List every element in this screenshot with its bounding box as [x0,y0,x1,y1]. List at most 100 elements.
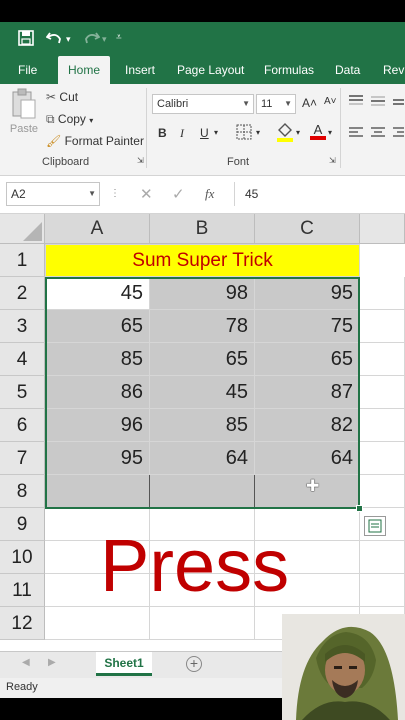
quick-analysis-button[interactable] [364,516,386,536]
italic-button[interactable]: I [180,126,184,141]
cell-d5[interactable] [360,376,405,409]
row-header-7[interactable]: 7 [0,442,45,475]
cell-b7[interactable]: 64 [150,442,255,475]
cancel-icon[interactable]: ✕ [140,185,153,203]
fill-color-dropdown-icon[interactable]: ▾ [296,128,300,137]
row-header-9[interactable]: 9 [0,508,45,541]
row-header-2[interactable]: 2 [0,277,45,310]
shrink-font-button[interactable]: A˅ [324,96,337,107]
tab-insert[interactable]: Insert [125,56,155,84]
cell-d6[interactable] [360,409,405,442]
row-header-10[interactable]: 10 [0,541,45,574]
insert-function-button[interactable]: fx [205,186,214,202]
borders-icon[interactable] [236,124,252,143]
underline-button[interactable]: U [200,126,209,140]
cell-a12[interactable] [45,607,150,640]
save-icon[interactable] [18,30,34,50]
row-header-1[interactable]: 1 [0,244,45,277]
cell-d8[interactable] [360,475,405,508]
enter-icon[interactable]: ✓ [172,185,185,203]
cut-button[interactable]: ✂ Cut [46,90,78,104]
column-header-c[interactable]: C [255,214,360,244]
cell-b4[interactable]: 65 [150,343,255,376]
cell-b5[interactable]: 45 [150,376,255,409]
row-header-6[interactable]: 6 [0,409,45,442]
cell-b12[interactable] [150,607,255,640]
cell-a5[interactable]: 86 [45,376,150,409]
cell-c3[interactable]: 75 [255,310,360,343]
scroll-right-icon[interactable]: ▶ [48,657,56,668]
cell-a7[interactable]: 95 [45,442,150,475]
cell-c4[interactable]: 65 [255,343,360,376]
cell-b6[interactable]: 85 [150,409,255,442]
column-header-b[interactable]: B [150,214,255,244]
tab-data[interactable]: Data [335,56,360,84]
tab-page-layout[interactable]: Page Layout [177,56,244,84]
tab-file[interactable]: File [18,56,37,84]
dialog-launcher-icon[interactable]: ⇲ [137,156,144,165]
grow-font-button[interactable]: A˄ [302,96,317,110]
row-header-4[interactable]: 4 [0,343,45,376]
tab-review[interactable]: Revi [383,56,405,84]
redo-icon[interactable] [82,30,101,50]
font-color-button[interactable]: A [310,122,326,140]
cell-d10[interactable] [360,541,405,574]
row-header-11[interactable]: 11 [0,574,45,607]
formula-input[interactable]: 45 [234,182,405,206]
row-header-3[interactable]: 3 [0,310,45,343]
format-painter-button[interactable]: 🖌 Format Painter [46,134,144,148]
row-header-12[interactable]: 12 [0,607,45,640]
undo-dropdown-icon[interactable]: ▾ [66,34,71,45]
dialog-launcher-icon[interactable]: ⇲ [329,156,336,165]
underline-dropdown-icon[interactable]: ▾ [214,128,218,137]
cell-a6[interactable]: 96 [45,409,150,442]
borders-dropdown-icon[interactable]: ▾ [256,128,260,137]
name-box[interactable]: A2 ▼ [6,182,100,206]
cell-c6[interactable]: 82 [255,409,360,442]
cell-b3[interactable]: 78 [150,310,255,343]
fill-handle[interactable] [356,505,363,512]
cell-d3[interactable] [360,310,405,343]
cell-a4[interactable]: 85 [45,343,150,376]
cell-c2[interactable]: 95 [255,277,360,310]
paste-button[interactable]: Paste [8,88,40,135]
cell-c5[interactable]: 87 [255,376,360,409]
add-sheet-icon[interactable]: + [186,656,202,672]
align-bottom-icon[interactable] [392,94,404,111]
title-cell[interactable]: Sum Super Trick [45,244,360,277]
undo-icon[interactable] [45,30,64,50]
select-all-corner[interactable] [0,214,45,244]
cell-a8[interactable] [45,475,150,508]
cell-d7[interactable] [360,442,405,475]
align-center-icon[interactable] [370,126,386,143]
cell-d2[interactable] [360,277,405,310]
align-middle-icon[interactable] [370,94,386,111]
sheet-tab-sheet1[interactable]: Sheet1 [96,652,152,676]
align-left-icon[interactable] [348,126,364,143]
row-header-8[interactable]: 8 [0,475,45,508]
tab-home[interactable]: Home [58,56,111,84]
cell-a2[interactable]: 45 [45,277,150,310]
fill-color-icon[interactable] [276,122,294,145]
column-header-d[interactable] [360,214,405,244]
cell-d4[interactable] [360,343,405,376]
tab-formulas[interactable]: Formulas [264,56,314,84]
scroll-left-icon[interactable]: ◀ [22,657,30,668]
bold-button[interactable]: B [158,126,167,140]
align-top-icon[interactable] [348,94,364,111]
row-header-5[interactable]: 5 [0,376,45,409]
customize-icon[interactable]: ⩡ [116,32,122,43]
font-name-select[interactable]: Calibri ▼ [152,94,254,114]
copy-button[interactable]: ⧉ Copy ▾ [46,112,93,127]
cell-c7[interactable]: 64 [255,442,360,475]
cell-d11[interactable] [360,574,405,607]
font-color-dropdown-icon[interactable]: ▾ [328,128,332,137]
column-header-a[interactable]: A [45,214,150,244]
cell-b2[interactable]: 98 [150,277,255,310]
cell-b8[interactable] [150,475,255,508]
font-size-select[interactable]: 11 ▼ [256,94,296,114]
group-divider [340,88,341,168]
cell-a3[interactable]: 65 [45,310,150,343]
redo-dropdown-icon[interactable]: ▾ [102,34,107,45]
align-right-icon[interactable] [392,126,404,143]
